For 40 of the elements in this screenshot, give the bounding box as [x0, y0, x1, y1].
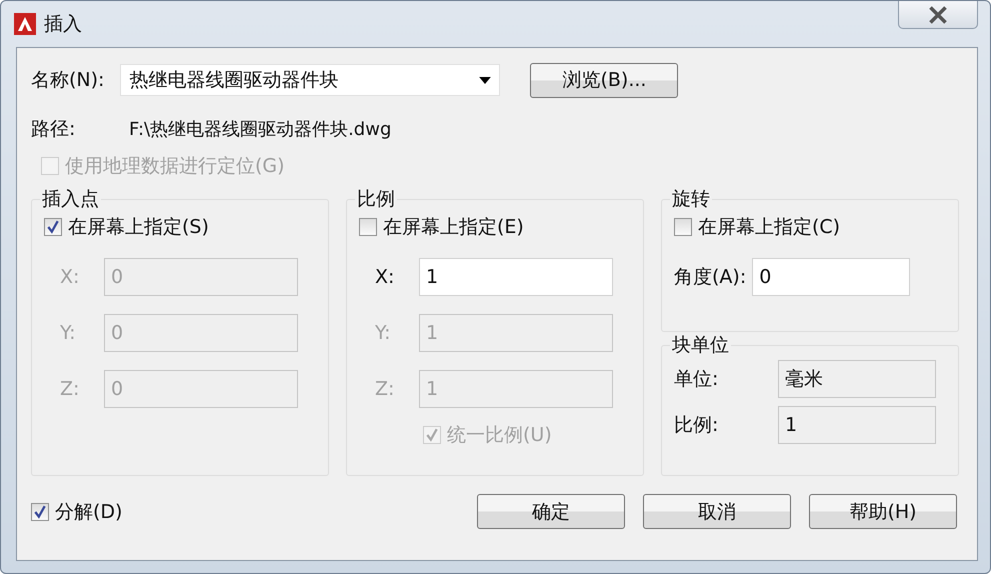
field-label: 路径: — [31, 117, 76, 142]
checkbox[interactable] — [674, 218, 692, 236]
window-title: 插入 — [44, 12, 82, 37]
group-title: 块单位 — [671, 333, 730, 358]
group-title: 旋转 — [671, 187, 711, 212]
checkbox-label: 在屏幕上指定(S) — [68, 215, 209, 240]
input-field[interactable]: 1 — [419, 258, 613, 296]
checkbox-label: 使用地理数据进行定位(G) — [65, 154, 285, 179]
field-label: X: — [59, 266, 80, 288]
path-text: F:\热继电器线圈驱动器件块.dwg — [129, 118, 392, 141]
browse-button[interactable]: 浏览(B)... — [530, 62, 678, 98]
dialog-button[interactable]: 取消 — [643, 494, 791, 529]
checkbox[interactable] — [359, 218, 377, 236]
readonly-field: 1 — [778, 406, 936, 444]
name-dropdown[interactable]: 热继电器线圈驱动器件块 — [120, 64, 500, 96]
readonly-field: 毫米 — [778, 360, 936, 398]
field-label: X: — [374, 266, 396, 288]
dialog-button[interactable]: 帮助(H) — [809, 494, 957, 529]
close-icon — [927, 6, 949, 24]
field-label: 角度(A): — [674, 265, 746, 290]
caret-icon — [479, 76, 492, 84]
checkbox[interactable] — [44, 218, 62, 236]
checkbox-label: 在屏幕上指定(C) — [698, 215, 840, 240]
dialog-button[interactable]: 确定 — [477, 494, 625, 529]
field-label: 单位: — [674, 367, 720, 392]
field-label: Z: — [374, 378, 396, 400]
logo-icon — [14, 13, 36, 35]
field-label: Y: — [374, 322, 392, 344]
checkbox[interactable] — [31, 502, 49, 520]
input-field[interactable]: 0 — [752, 258, 910, 296]
checkbox-label: 统一比例(U) — [447, 423, 552, 448]
group-title: 比例 — [356, 187, 396, 212]
field-label: Y: — [59, 322, 76, 344]
group-title: 插入点 — [41, 187, 100, 212]
field-label: 名称(N): — [31, 68, 104, 93]
field-label: Z: — [59, 378, 80, 400]
field-label: 比例: — [674, 413, 720, 438]
close-button[interactable] — [898, 1, 978, 29]
checkbox-label: 分解(D) — [55, 500, 122, 524]
checkbox-label: 在屏幕上指定(E) — [383, 215, 524, 240]
